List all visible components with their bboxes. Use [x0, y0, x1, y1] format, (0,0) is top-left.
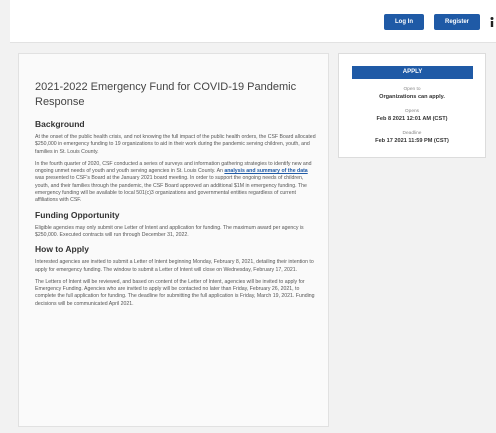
page-title: 2021-2022 Emergency Fund for COVID-19 Pa…	[35, 81, 297, 108]
how-to-apply-paragraph-2: The Letters of Intent will be reviewed, …	[35, 278, 315, 307]
background-paragraph-2: In the fourth quarter of 2020, CSF condu…	[35, 161, 317, 205]
opens-value: Feb 8 2021 12:01 AM (CST)	[376, 116, 448, 122]
register-button[interactable]: Register	[434, 14, 480, 30]
info-icon-glyph	[490, 17, 494, 27]
how-to-apply-paragraph-1: Interested agencies are invited to submi…	[35, 259, 314, 273]
deadline-label: Deadline	[402, 131, 422, 136]
open-to-value: Organizations can apply.	[379, 94, 445, 100]
opens-label: Opens	[404, 109, 420, 114]
login-button[interactable]: Log In	[384, 14, 424, 30]
program-description-card: 2021-2022 Emergency Fund for COVID-19 Pa…	[18, 53, 329, 427]
open-to-label: Open to	[403, 87, 421, 92]
background-paragraph-1: At the onset of the public health crisis…	[35, 134, 316, 155]
deadline-value: Feb 17 2021 11:59 PM (CST)	[375, 138, 449, 144]
top-bar: Log In Register	[10, 0, 496, 43]
apply-sidebar-card: APPLY Open to Organizations can apply. O…	[338, 53, 486, 158]
analysis-summary-link[interactable]: analysis and summary of the data	[224, 168, 307, 174]
funding-paragraph: Eligible agencies may only submit one Le…	[35, 224, 304, 238]
background-text-after-link: was presented to CSF's Board at the Janu…	[35, 175, 307, 204]
apply-button[interactable]: APPLY	[352, 66, 473, 79]
program-description: 2021-2022 Emergency Fund for COVID-19 Pa…	[35, 80, 317, 313]
background-heading: Background	[35, 119, 85, 129]
how-to-apply-heading: How to Apply	[35, 244, 89, 255]
funding-heading: Funding Opportunity	[35, 209, 120, 220]
info-icon[interactable]	[487, 15, 496, 29]
